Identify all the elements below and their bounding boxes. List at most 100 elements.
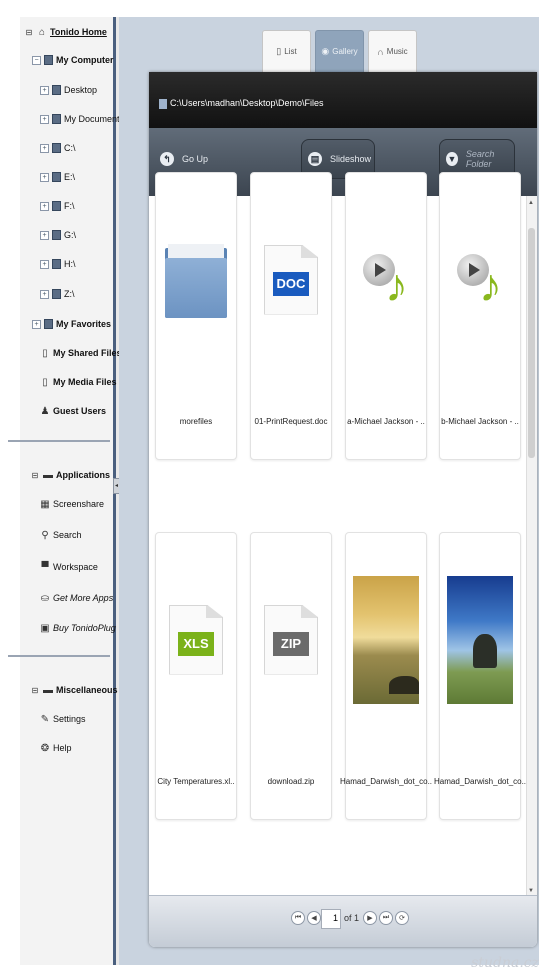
scroll-down-icon[interactable]: ▼ bbox=[528, 888, 534, 894]
sidebar bbox=[20, 17, 116, 965]
drive-icon bbox=[52, 201, 61, 211]
plug-icon: ▣ bbox=[40, 622, 50, 634]
expand-icon[interactable]: + bbox=[40, 143, 49, 153]
tree-misc-label: Miscellaneous bbox=[56, 685, 118, 695]
misc-label: Settings bbox=[53, 714, 86, 724]
collapse-icon[interactable]: ⊟ bbox=[24, 28, 34, 37]
file-tile[interactable]: ♪ b-Michael Jackson - .. bbox=[439, 172, 521, 460]
expand-icon[interactable]: + bbox=[40, 85, 49, 95]
file-tile[interactable]: ♪ a-Michael Jackson - .. bbox=[345, 172, 427, 460]
drive-icon bbox=[52, 172, 61, 182]
tab-gallery[interactable]: ◉ Gallery bbox=[315, 30, 364, 72]
tab-music[interactable]: ∩ Music bbox=[368, 30, 417, 72]
file-tile[interactable]: Hamad_Darwish_dot_co.. bbox=[340, 532, 432, 820]
app-search[interactable]: ⚲ Search bbox=[40, 525, 82, 545]
tree-media-files[interactable]: ▯ My Media Files bbox=[40, 372, 116, 392]
zip-file-icon: ZIP bbox=[255, 537, 327, 742]
file-tile[interactable]: Hamad_Darwish_dot_co.. bbox=[434, 532, 526, 820]
expand-icon[interactable]: + bbox=[40, 114, 49, 124]
tree-item-z-drive[interactable]: + Z:\ bbox=[40, 284, 75, 304]
collapse-icon[interactable]: ⊟ bbox=[30, 686, 40, 695]
prev-page-button[interactable]: ◀ bbox=[307, 911, 321, 925]
file-type-badge: XLS bbox=[178, 631, 214, 656]
expand-icon[interactable]: + bbox=[40, 172, 49, 182]
tree-guest-users[interactable]: ♟ Guest Users bbox=[40, 401, 107, 421]
app-buy-tonidoplug[interactable]: ▣ Buy TonidoPlug bbox=[40, 618, 116, 638]
folder-icon bbox=[159, 99, 167, 109]
folder-icon bbox=[52, 114, 61, 124]
doc-file-icon: DOC bbox=[255, 177, 327, 382]
tree-item-label: E:\ bbox=[64, 172, 76, 182]
file-name: b-Michael Jackson - .. bbox=[441, 417, 519, 426]
app-get-more-apps[interactable]: ⛀ Get More Apps bbox=[40, 588, 113, 608]
basket-icon: ⛀ bbox=[40, 592, 50, 604]
first-page-button[interactable]: ⏮ bbox=[291, 911, 305, 925]
app-label: Screenshare bbox=[53, 499, 105, 509]
app-label: Search bbox=[53, 530, 82, 540]
tree-item-h-drive[interactable]: + H:\ bbox=[40, 254, 76, 274]
expand-icon[interactable]: + bbox=[40, 289, 49, 299]
screenshare-icon: ▦ bbox=[40, 498, 50, 510]
drive-icon bbox=[52, 230, 61, 240]
tree-item-label: C:\ bbox=[64, 143, 76, 153]
tab-label: List bbox=[284, 47, 297, 56]
tree-item-documents[interactable]: + My Documents bbox=[40, 109, 124, 129]
page-count: of 1 bbox=[344, 913, 360, 923]
vertical-scrollbar[interactable]: ▲ ▼ bbox=[526, 196, 537, 896]
tree-home[interactable]: ⊟ ⌂ Tonido Home bbox=[24, 22, 107, 42]
folder-icon bbox=[160, 177, 232, 382]
file-tile[interactable]: XLS City Temperatures.xl.. bbox=[155, 532, 237, 820]
file-panel: C:\Users\madhan\Desktop\Demo\Files ↰ Go … bbox=[149, 72, 537, 947]
pagination-bar: ⏮ ◀ 1 of 1 ▶ ⏭ ⟳ bbox=[149, 895, 537, 947]
xls-file-icon: XLS bbox=[160, 537, 232, 742]
last-page-button[interactable]: ⏭ bbox=[379, 911, 393, 925]
gallery-grid: morefiles DOC 01-PrintRequest.doc ♪ a-Michae… bbox=[149, 172, 527, 896]
page-number-input[interactable]: 1 bbox=[321, 909, 341, 929]
tree-applications[interactable]: ⊟ ▬ Applications bbox=[30, 465, 110, 485]
misc-settings[interactable]: ✎ Settings bbox=[40, 709, 86, 729]
file-name: City Temperatures.xl.. bbox=[157, 777, 235, 786]
collapse-icon[interactable]: ⊟ bbox=[30, 471, 40, 480]
app-screenshare[interactable]: ▦ Screenshare bbox=[40, 494, 104, 514]
app-label: Buy TonidoPlug bbox=[53, 623, 116, 633]
next-page-button[interactable]: ▶ bbox=[363, 911, 377, 925]
view-tabs: ▯ List ◉ Gallery ∩ Music bbox=[262, 30, 417, 72]
search-placeholder: Search Folder bbox=[465, 149, 495, 169]
expand-icon[interactable]: + bbox=[32, 319, 41, 329]
tree-item-f-drive[interactable]: + F:\ bbox=[40, 196, 75, 216]
music-file-icon: ♪ bbox=[444, 177, 516, 382]
tree-item-g-drive[interactable]: + G:\ bbox=[40, 225, 76, 245]
expand-icon[interactable]: + bbox=[40, 259, 49, 269]
file-tile[interactable]: DOC 01-PrintRequest.doc bbox=[250, 172, 332, 460]
tree-miscellaneous[interactable]: ⊟ ▬ Miscellaneous bbox=[30, 680, 118, 700]
app-workspace[interactable]: ▀ Workspace bbox=[40, 557, 97, 577]
expand-icon[interactable]: + bbox=[40, 201, 49, 211]
tree-shared-files[interactable]: ▯ My Shared Files bbox=[40, 343, 121, 363]
image-thumbnail bbox=[350, 537, 422, 742]
tree-my-computer-label: My Computer bbox=[56, 55, 114, 65]
shared-files-icon: ▯ bbox=[42, 347, 48, 359]
applications-icon: ▬ bbox=[43, 469, 53, 481]
file-type-badge: DOC bbox=[273, 271, 309, 296]
tree-item-desktop[interactable]: + Desktop bbox=[40, 80, 97, 100]
scrollbar-thumb[interactable] bbox=[528, 228, 535, 458]
misc-help[interactable]: ❂ Help bbox=[40, 738, 72, 758]
file-tile[interactable]: morefiles bbox=[155, 172, 237, 460]
tree-my-favorites[interactable]: + My Favorites bbox=[32, 314, 111, 334]
list-icon: ▯ bbox=[276, 46, 282, 56]
collapse-icon[interactable]: − bbox=[32, 55, 41, 65]
tab-list[interactable]: ▯ List bbox=[262, 30, 311, 72]
arrow-up-icon: ↰ bbox=[160, 152, 174, 166]
miscellaneous-icon: ▬ bbox=[43, 684, 53, 696]
expand-icon[interactable]: + bbox=[40, 230, 49, 240]
sidebar-divider bbox=[8, 440, 110, 442]
refresh-button[interactable]: ⟳ bbox=[395, 911, 409, 925]
tree-item-label: G:\ bbox=[64, 230, 77, 240]
file-tile[interactable]: ZIP download.zip bbox=[250, 532, 332, 820]
tree-item-e-drive[interactable]: + E:\ bbox=[40, 167, 75, 187]
tree-item-c-drive[interactable]: + C:\ bbox=[40, 138, 76, 158]
scroll-up-icon[interactable]: ▲ bbox=[528, 200, 534, 206]
headphones-icon: ∩ bbox=[377, 46, 384, 57]
filter-icon: ▼ bbox=[446, 152, 458, 166]
tree-my-computer[interactable]: − My Computer bbox=[32, 50, 114, 70]
